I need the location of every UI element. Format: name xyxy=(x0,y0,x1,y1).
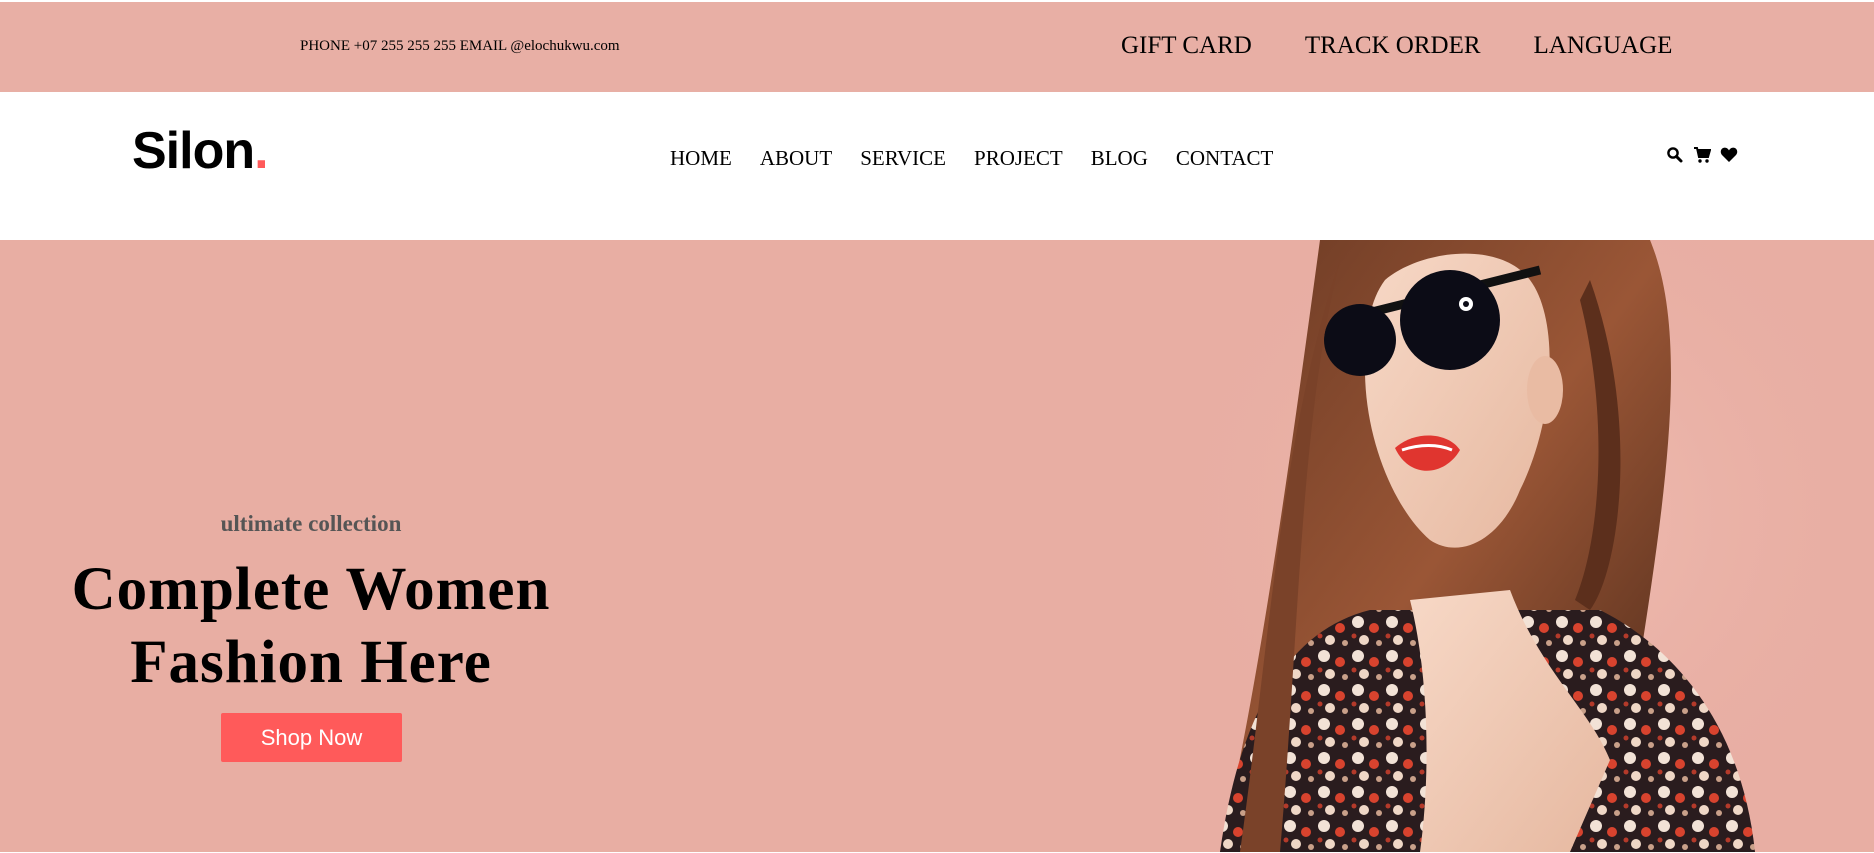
language-link[interactable]: LANGUAGE xyxy=(1534,32,1673,60)
logo-dot: . xyxy=(254,122,268,180)
hero-text: ultimate collection Complete Women Fashi… xyxy=(0,240,622,852)
nav-home[interactable]: HOME xyxy=(670,146,732,171)
hero-model-image xyxy=(1180,240,1820,852)
logo-text: Silon xyxy=(132,122,255,180)
search-icon[interactable] xyxy=(1666,146,1684,164)
nav-about[interactable]: ABOUT xyxy=(760,146,832,171)
hero-subtitle: ultimate collection xyxy=(220,511,402,536)
nav-icons xyxy=(1666,146,1738,164)
contact-info: PHONE +07 255 255 255 EMAIL @elochukwu.c… xyxy=(300,38,620,54)
hero-headline: Complete Women Fashion Here xyxy=(0,553,622,699)
heart-icon[interactable] xyxy=(1720,146,1738,164)
hero-banner: ultimate collection Complete Women Fashi… xyxy=(0,240,1874,852)
logo[interactable]: Silon. xyxy=(132,122,269,180)
hero-headline-line2: Fashion Here xyxy=(130,629,492,696)
nav-contact[interactable]: CONTACT xyxy=(1176,146,1273,171)
nav-service[interactable]: SERVICE xyxy=(860,146,946,171)
top-links: GIFT CARD TRACK ORDER LANGUAGE xyxy=(1121,32,1672,60)
hero-headline-line1: Complete Women xyxy=(71,556,551,623)
nav-links: HOME ABOUT SERVICE PROJECT BLOG CONTACT xyxy=(670,146,1273,171)
cart-icon[interactable] xyxy=(1693,146,1712,164)
nav-blog[interactable]: BLOG xyxy=(1091,146,1148,171)
top-bar: PHONE +07 255 255 255 EMAIL @elochukwu.c… xyxy=(0,2,1874,92)
gift-card-link[interactable]: GIFT CARD xyxy=(1121,32,1252,60)
shop-now-button[interactable]: Shop Now xyxy=(221,713,402,762)
main-navbar: Silon. HOME ABOUT SERVICE PROJECT BLOG C… xyxy=(0,92,1874,240)
track-order-link[interactable]: TRACK ORDER xyxy=(1305,32,1481,60)
nav-project[interactable]: PROJECT xyxy=(974,146,1063,171)
